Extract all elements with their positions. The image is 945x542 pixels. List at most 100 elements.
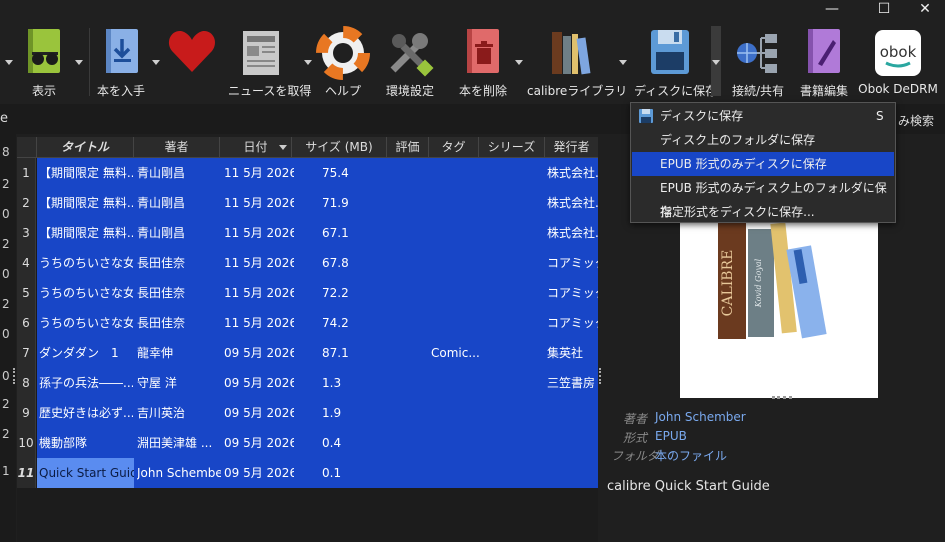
menu-item-save-epub-to-folder[interactable]: EPUB 形式のみディスク上のフォルダに保存 [632,176,894,219]
chevron-down-icon[interactable] [515,60,523,65]
date-cell: 11 5月 2026 [224,316,294,330]
close-button[interactable]: ✕ [903,0,945,22]
row-number: 11 [17,458,36,488]
date-cell: 09 5月 2026 [224,466,294,480]
title-cell: 孫子の兵法――... [39,376,133,390]
table-row[interactable]: 11 Quick Start Guide John Schember 09 5月… [17,458,598,488]
date-cell: 11 5月 2026 [224,256,294,270]
sort-desc-icon [279,145,287,150]
save-to-disk-label: ディスクに保存 [634,84,718,98]
author-cell: 長田佳奈 [137,286,186,300]
get-books-button[interactable]: 本を入手 [91,22,151,104]
count-text: 8 [2,145,10,159]
menu-item-label: ディスク上のフォルダに保存 [660,133,816,147]
tags-cell [431,428,481,458]
row-cells: ダンダダン 1 龍幸伸 09 5月 2026 87.1 Comic... 集英社 [37,338,598,368]
row-cells: 【期間限定 無料... 青山剛昌 11 5月 2026 75.4 株式会社... [37,158,598,188]
table-row[interactable]: 2 【期間限定 無料... 青山剛昌 11 5月 2026 71.9 株式会社.… [17,188,598,218]
edit-book-button[interactable]: 書籍編集 [794,22,854,104]
heart-icon [168,30,216,72]
save-to-disk-button[interactable]: ディスクに保存 [634,22,718,104]
table-row[interactable]: 6 うちのちいさな女... 長田佳奈 11 5月 2026 74.2 コアミック… [17,308,598,338]
table-row[interactable]: 1 【期間限定 無料... 青山剛昌 11 5月 2026 75.4 株式会社.… [17,158,598,188]
download-book-icon [106,29,138,73]
preferences-button[interactable]: 環境設定 [380,22,440,104]
donate-button[interactable] [162,22,222,104]
column-header-publisher[interactable]: 発行者 [545,137,598,157]
size-cell: 1.9 [322,406,342,420]
count-text: 0 [2,207,10,221]
help-button[interactable]: ヘルプ [313,22,373,104]
menu-item-save-to-folder[interactable]: ディスク上のフォルダに保存 [632,128,894,152]
book-cover[interactable]: CALIBRE Kovid Goyal [680,217,878,398]
chevron-down-icon[interactable] [152,60,160,65]
maximize-button[interactable]: ☐ [862,0,906,22]
author-cell: 長田佳奈 [137,256,186,270]
column-header-tags[interactable]: タグ [429,137,479,157]
column-header-author[interactable]: 著者 [134,137,220,157]
connect-share-button[interactable]: 接続/共有 [727,22,789,104]
author-cell: 長田佳奈 [137,316,186,330]
author-field-label: 著者 [623,412,648,426]
cover-spine-text: CALIBRE [720,250,736,317]
save-dropdown-toggle[interactable] [711,26,721,96]
publisher-cell: コアミックス [547,286,598,300]
row-number: 1 [17,158,36,188]
title-cell: うちのちいさな女... [39,256,133,270]
toolbar-separator [89,28,90,96]
date-cell: 09 5月 2026 [224,436,294,450]
publisher-cell: 三笠書房 [547,376,596,390]
chevron-down-icon[interactable] [5,60,13,65]
table-row[interactable]: 4 うちのちいさな女... 長田佳奈 11 5月 2026 67.8 コアミック… [17,248,598,278]
table-row[interactable]: 8 孫子の兵法――... 守屋 洋 09 5月 2026 1.3 三笠書房 [17,368,598,398]
saved-search-label[interactable]: み検索 [898,112,934,129]
column-header-rating[interactable]: 評価 [387,137,429,157]
column-header-series[interactable]: シリーズ [479,137,545,157]
chevron-down-icon[interactable] [75,60,83,65]
cover-splitter-handle[interactable] [772,396,792,402]
fetch-news-button[interactable]: ニュースを取得 [228,22,311,104]
table-row[interactable]: 7 ダンダダン 1 龍幸伸 09 5月 2026 87.1 Comic... 集… [17,338,598,368]
size-cell: 67.1 [322,226,349,240]
row-number: 5 [17,278,36,308]
size-cell: 71.9 [322,196,349,210]
title-cell: 歴史好きは必ず... [39,406,133,420]
obok-dedrm-button[interactable]: obok Obok DeDRM [858,22,938,104]
calibre-library-label: calibreライブラリ [527,84,628,98]
view-button[interactable]: 表示 [14,22,74,104]
minimize-button[interactable]: — [810,0,854,22]
tags-cell [431,158,481,188]
format-link[interactable]: EPUB [655,429,687,443]
size-cell: 0.1 [322,466,342,480]
table-row[interactable]: 9 歴史好きは必ず... 吉川英治 09 5月 2026 1.9 [17,398,598,428]
count-text: 2 [2,297,10,311]
row-cells: 孫子の兵法――... 守屋 洋 09 5月 2026 1.3 三笠書房 [37,368,598,398]
menu-item-save-to-disk[interactable]: ディスクに保存 S [632,104,894,128]
author-link[interactable]: John Schember [655,410,746,424]
calibre-books-cover-image: CALIBRE Kovid Goyal [718,222,827,339]
table-row[interactable]: 3 【期間限定 無料... 青山剛昌 11 5月 2026 67.1 株式会社.… [17,218,598,248]
menu-item-save-epub-only[interactable]: EPUB 形式のみディスクに保存 [632,152,894,176]
column-header-title[interactable]: タイトル [37,137,134,157]
column-header-date[interactable]: 日付 [220,137,292,157]
current-title-cell: Quick Start Guide [37,458,134,488]
book-description-title: calibre Quick Start Guide [607,479,770,494]
column-header-size[interactable]: サイズ (MB) [292,137,387,157]
chevron-down-icon[interactable] [304,60,312,65]
row-number: 4 [17,248,36,278]
publisher-cell [547,428,598,458]
tags-cell [431,248,481,278]
table-row[interactable]: 10 機動部隊 淵田美津雄 ... 09 5月 2026 0.4 [17,428,598,458]
newspaper-icon [243,31,279,75]
size-cell: 87.1 [322,346,349,360]
connect-share-label: 接続/共有 [731,84,785,98]
count-text: 0 [2,267,10,281]
folder-link[interactable]: 本のファイル [655,447,727,464]
table-row[interactable]: 5 うちのちいさな女... 長田佳奈 11 5月 2026 72.2 コアミック… [17,278,598,308]
calibre-library-button[interactable]: calibreライブラリ [527,22,628,104]
row-cells: 【期間限定 無料... 青山剛昌 11 5月 2026 67.1 株式会社... [37,218,598,248]
menu-item-save-specific-format[interactable]: 指定形式をディスクに保存... [632,200,894,224]
count-text: 0 [2,327,10,341]
remove-books-button[interactable]: 本を削除 [451,22,515,104]
chevron-down-icon[interactable] [619,60,627,65]
